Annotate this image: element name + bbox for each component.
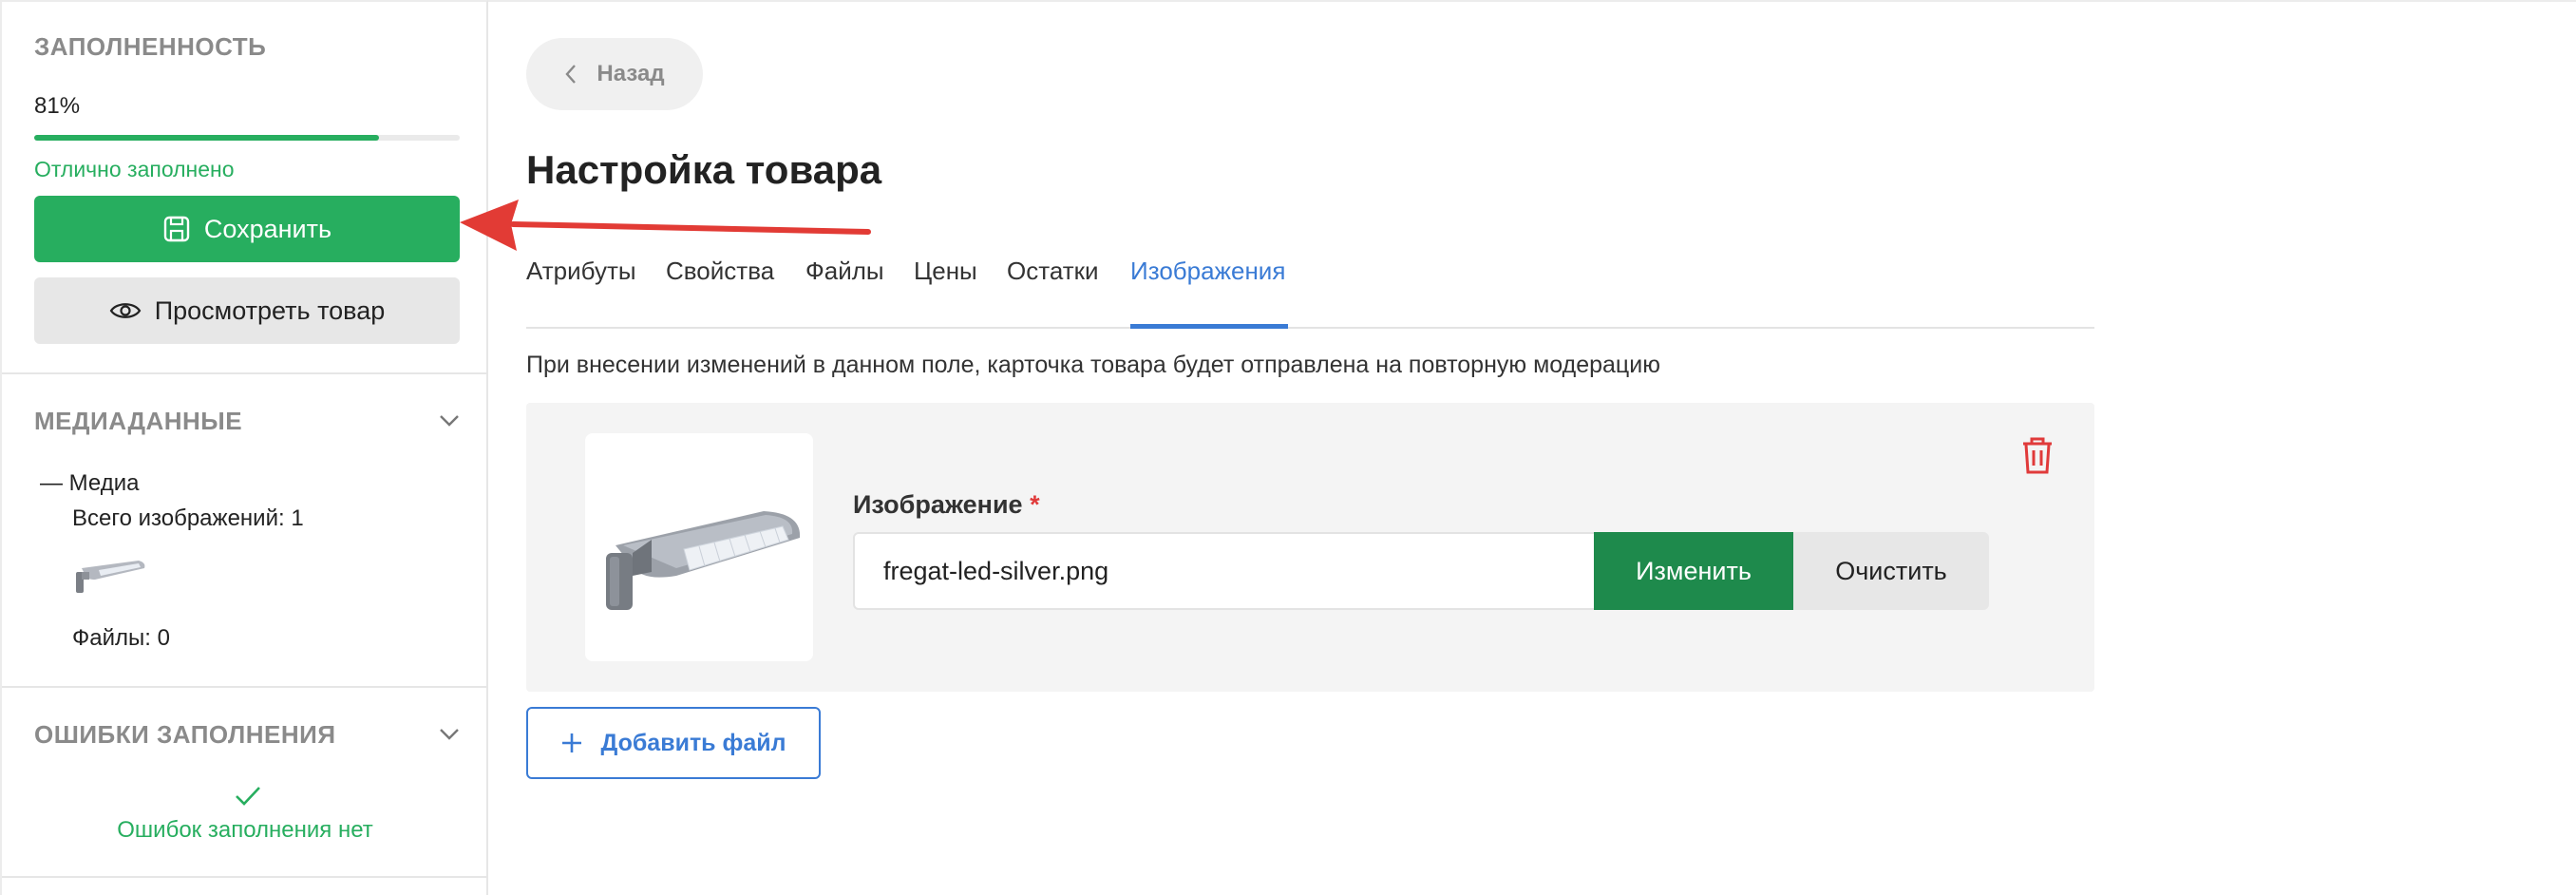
fill-percent: 81% [34,93,81,119]
media-tree-item[interactable]: — Медиа [40,470,140,497]
clear-image-button[interactable]: Очистить [1793,532,1989,610]
image-file-name: fregat-led-silver.png [883,556,1109,585]
save-button[interactable]: Сохранить [34,196,460,262]
image-preview [585,433,813,661]
fill-progress-value [34,135,379,141]
arrow-annotation [460,200,871,251]
image-file-input[interactable]: fregat-led-silver.png [853,532,1594,610]
chevron-down-icon[interactable] [439,414,460,428]
tab-properties[interactable]: Свойства [666,257,774,329]
media-thumbnail[interactable] [72,555,148,597]
errors-status-text: Ошибок заполнения нет [117,817,373,843]
product-image [606,511,801,610]
back-button[interactable]: Назад [526,38,703,110]
tab-images[interactable]: Изображения [1130,257,1288,329]
image-row: Изображение * fregat-led-silver.png Изме… [526,403,2094,692]
back-button-label: Назад [597,61,665,86]
tab-attributes[interactable]: Атрибуты [526,257,636,329]
change-image-button[interactable]: Изменить [1594,532,1793,610]
media-section-title: МЕДИАДАННЫЕ [34,407,243,435]
add-file-button[interactable]: Добавить файл [526,707,821,779]
required-mark: * [1030,490,1040,519]
fill-section: ЗАПОЛНЕННОСТЬ 81% Отлично заполнено Сохр… [2,2,488,374]
view-product-label: Просмотреть товар [154,295,386,325]
tab-bar: Атрибуты Свойства Файлы Цены Остатки Изо… [526,257,2094,329]
media-files-total: Файлы: 0 [72,625,170,651]
fill-status-text: Отлично заполнено [34,157,235,181]
save-button-label: Сохранить [203,214,332,243]
check-icon [236,787,260,806]
image-field-label-text: Изображение [853,490,1023,519]
eye-icon [109,303,142,318]
fill-section-title: ЗАПОЛНЕННОСТЬ [34,32,267,61]
chevron-left-icon [565,65,577,84]
image-field-label: Изображение * [853,490,1040,520]
errors-section-title: ОШИБКИ ЗАПОЛНЕНИЯ [34,720,336,749]
tab-prices[interactable]: Цены [914,257,977,329]
plus-icon [562,733,582,752]
add-file-label: Добавить файл [600,729,786,756]
save-icon [163,216,190,242]
top-divider [488,0,2576,2]
trash-icon[interactable] [2019,435,2055,475]
media-images-total: Всего изображений: 1 [72,505,304,531]
page-title: Настройка товара [526,147,882,192]
fill-progress-bar [34,135,460,141]
chevron-down-icon[interactable] [439,728,460,741]
moderation-notice: При внесении изменений в данном поле, ка… [526,352,1660,378]
view-product-button[interactable]: Просмотреть товар [34,277,460,344]
sidebar: ЗАПОЛНЕННОСТЬ 81% Отлично заполнено Сохр… [0,0,488,895]
errors-section: ОШИБКИ ЗАПОЛНЕНИЯ [2,688,488,878]
tab-stock[interactable]: Остатки [1007,257,1099,329]
tab-files[interactable]: Файлы [805,257,884,329]
